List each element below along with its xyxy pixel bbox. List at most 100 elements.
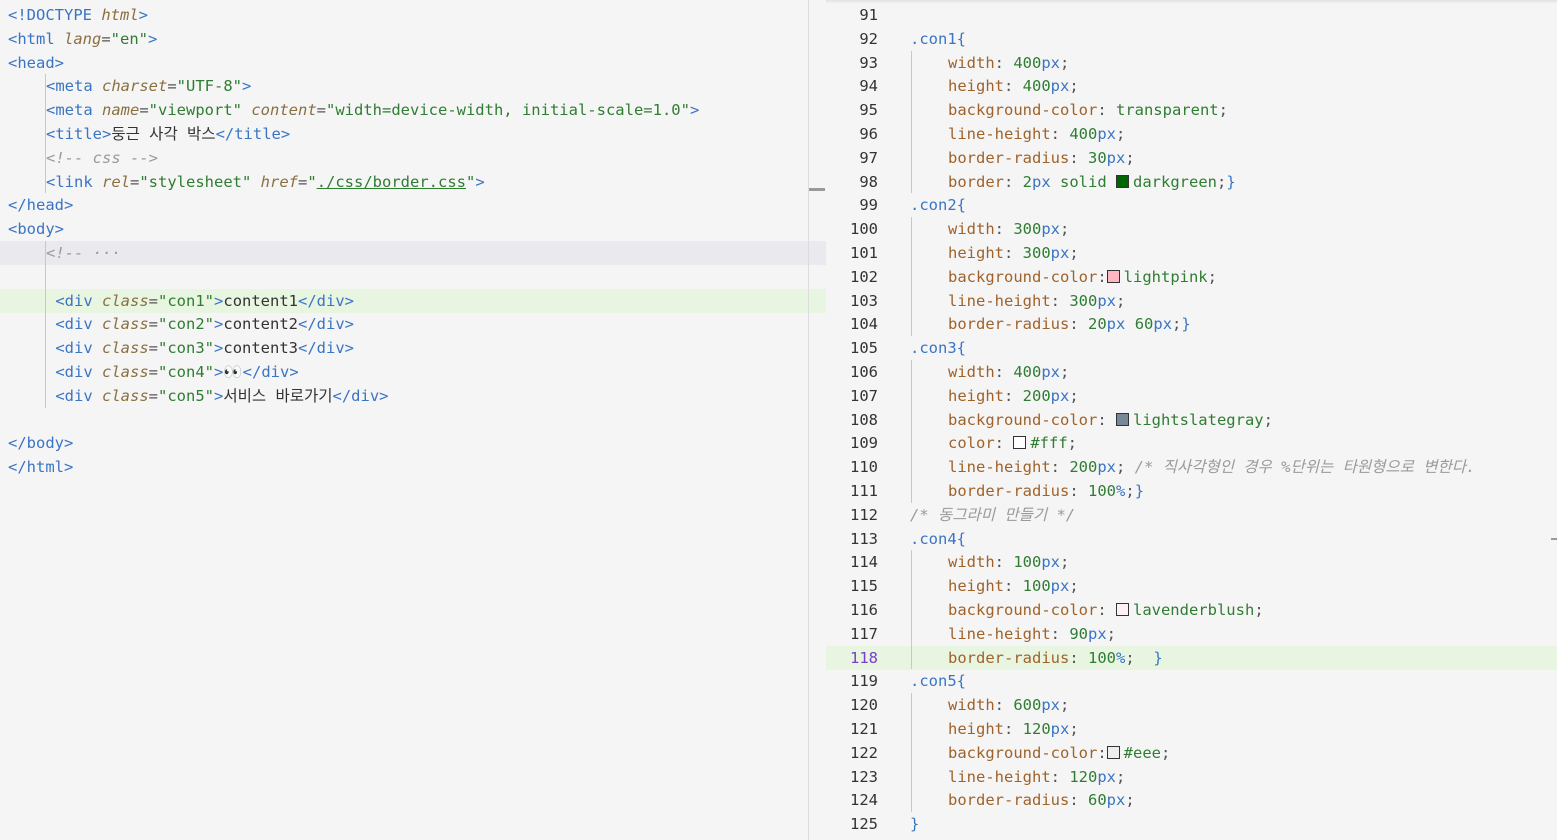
- color-swatch-icon[interactable]: [1115, 603, 1129, 616]
- code-line[interactable]: 125}: [826, 812, 1557, 836]
- code-token: </div>: [332, 386, 389, 405]
- code-line[interactable]: 115 height: 100px;: [826, 574, 1557, 598]
- code-line[interactable]: 122 background-color: #eee;: [826, 741, 1557, 765]
- code-line[interactable]: <body>: [0, 217, 826, 241]
- color-swatch-icon[interactable]: [1116, 174, 1130, 188]
- code-token: "UTF-8": [176, 77, 242, 96]
- code-line[interactable]: [0, 265, 826, 289]
- code-token: content1: [223, 291, 299, 310]
- code-line[interactable]: <title>둥근 사각 박스</title>: [0, 122, 826, 146]
- code-line[interactable]: <meta name="viewport" content="width=dev…: [0, 98, 826, 122]
- color-swatch-icon[interactable]: [1106, 745, 1120, 759]
- code-line[interactable]: <!-- ···: [0, 241, 826, 265]
- code-line[interactable]: </html>: [0, 455, 826, 479]
- code-line[interactable]: 112 /* 동그라미 만들기 */: [826, 503, 1557, 527]
- code-line[interactable]: <div class="con1">content1</div>: [0, 288, 826, 313]
- code-line[interactable]: <div class="con2">content2</div>: [0, 312, 826, 336]
- code-line[interactable]: </head>: [0, 193, 826, 217]
- html-editor-pane[interactable]: <!DOCTYPE html> <html lang="en"> <head> <me…: [0, 0, 826, 840]
- code-line[interactable]: 117 line-height: 90px;: [826, 622, 1557, 646]
- code-line[interactable]: <head>: [0, 51, 826, 75]
- code-line[interactable]: 126: [826, 836, 1557, 840]
- code-token: width: [948, 53, 995, 72]
- color-swatch-icon[interactable]: [1013, 436, 1027, 450]
- code-line[interactable]: </body>: [0, 431, 826, 455]
- indent-guide: [45, 241, 46, 408]
- code-line[interactable]: 120 width: 600px;: [826, 693, 1557, 717]
- code-line[interactable]: 99 .con2{: [826, 193, 1557, 217]
- line-number: 97: [859, 148, 878, 167]
- code-token: "con1": [158, 291, 215, 310]
- code-line[interactable]: 123 line-height: 120px;: [826, 765, 1557, 789]
- code-line[interactable]: <meta charset="UTF-8">: [0, 74, 826, 98]
- code-token: class: [102, 386, 149, 405]
- code-token: =: [316, 101, 326, 120]
- code-token: </title>: [215, 125, 291, 143]
- code-line[interactable]: 102 background-color: lightpink;: [826, 265, 1557, 289]
- code-token: <meta: [46, 77, 102, 96]
- code-line[interactable]: <div class="con3">content3</div>: [0, 336, 826, 360]
- code-line[interactable]: 116 background-color: lavenderblush;: [826, 598, 1557, 622]
- code-line[interactable]: [0, 408, 826, 432]
- code-token: class: [102, 363, 149, 381]
- color-swatch-icon[interactable]: [1106, 269, 1120, 283]
- code-line[interactable]: 100 width: 300px;: [826, 217, 1557, 241]
- code-token: height: [948, 386, 1004, 405]
- code-line[interactable]: 98 border: 2px solid darkgreen;}: [826, 170, 1557, 194]
- css-editor-pane[interactable]: 91 92 .con1{93 width: 400px; 94 height: 400px…: [826, 0, 1557, 840]
- code-token: transparent: [1115, 101, 1219, 120]
- code-line[interactable]: 96 line-height: 400px;: [826, 122, 1557, 146]
- code-line[interactable]: 103 line-height: 300px;: [826, 289, 1557, 313]
- code-line[interactable]: 121 height: 120px;: [826, 717, 1557, 741]
- code-line[interactable]: <html lang="en">: [0, 27, 826, 51]
- line-number: 118: [850, 648, 878, 667]
- code-line[interactable]: 94 height: 400px;: [826, 74, 1557, 98]
- code-line[interactable]: 111 border-radius: 100%;}: [826, 479, 1557, 503]
- code-line[interactable]: 95 background-color: transparent;: [826, 98, 1557, 122]
- code-token: ;: [1217, 172, 1227, 191]
- code-line[interactable]: 118 border-radius: 100%; }: [826, 645, 1557, 670]
- code-line[interactable]: 97 border-radius: 30px;: [826, 146, 1557, 170]
- code-text: line-height: 90px;: [948, 622, 1116, 646]
- code-token: :: [1050, 624, 1070, 643]
- code-text: border-radius: 30px;: [948, 146, 1135, 170]
- code-line[interactable]: 93 width: 400px;: [826, 51, 1557, 75]
- code-token: lightslategray: [1132, 410, 1264, 429]
- code-token: line-height: [948, 291, 1051, 310]
- code-token: 100: [1088, 482, 1116, 500]
- code-token: "viewport": [148, 101, 252, 120]
- code-token: <meta: [46, 101, 102, 120]
- code-line[interactable]: 124 border-radius: 60px;: [826, 788, 1557, 812]
- code-token: <link: [46, 172, 102, 191]
- code-token: =: [148, 339, 159, 358]
- code-token: 30: [1088, 148, 1107, 167]
- code-line[interactable]: 108 background-color: lightslategray;: [826, 408, 1557, 432]
- code-line[interactable]: 105 .con3{: [826, 336, 1557, 360]
- code-token: .con3: [910, 339, 957, 358]
- left-scrollbar-marker[interactable]: [809, 188, 825, 191]
- code-line[interactable]: <link rel="stylesheet" href="./css/borde…: [0, 170, 826, 194]
- code-line[interactable]: <!DOCTYPE html>: [0, 3, 826, 27]
- code-token: <!DOCTYPE: [8, 6, 102, 24]
- code-token: px: [1088, 624, 1107, 643]
- code-line[interactable]: 119 .con5{: [826, 669, 1557, 693]
- code-token: px: [1153, 315, 1173, 334]
- code-line[interactable]: <div class="con4">👀</div>: [0, 360, 826, 384]
- code-line[interactable]: 104 border-radius: 20px 60px;}: [826, 312, 1557, 336]
- code-line[interactable]: 106 width: 400px;: [826, 360, 1557, 384]
- code-line[interactable]: 107 height: 200px;: [826, 384, 1557, 408]
- color-swatch-icon[interactable]: [1115, 412, 1129, 426]
- code-line[interactable]: <div class="con5">서비스 바로가기</div>: [0, 384, 826, 408]
- right-scrollbar-marker[interactable]: [1551, 538, 1557, 540]
- code-line[interactable]: 113 .con4{: [826, 527, 1557, 551]
- code-line[interactable]: 91: [826, 3, 1557, 27]
- code-line[interactable]: 109 color: #fff;: [826, 431, 1557, 455]
- code-line[interactable]: 92 .con1{: [826, 27, 1557, 51]
- code-line[interactable]: 101 height: 300px;: [826, 241, 1557, 265]
- pane-divider[interactable]: [808, 0, 809, 840]
- code-text: <div class="con3">content3</div>: [46, 336, 354, 360]
- code-line[interactable]: <!-- css -->: [0, 146, 826, 170]
- code-line[interactable]: 110 line-height: 200px; /* 직사각형인 경우 %단위는 …: [826, 455, 1557, 479]
- code-line[interactable]: 114 width: 100px;: [826, 550, 1557, 574]
- line-number: 107: [850, 386, 878, 405]
